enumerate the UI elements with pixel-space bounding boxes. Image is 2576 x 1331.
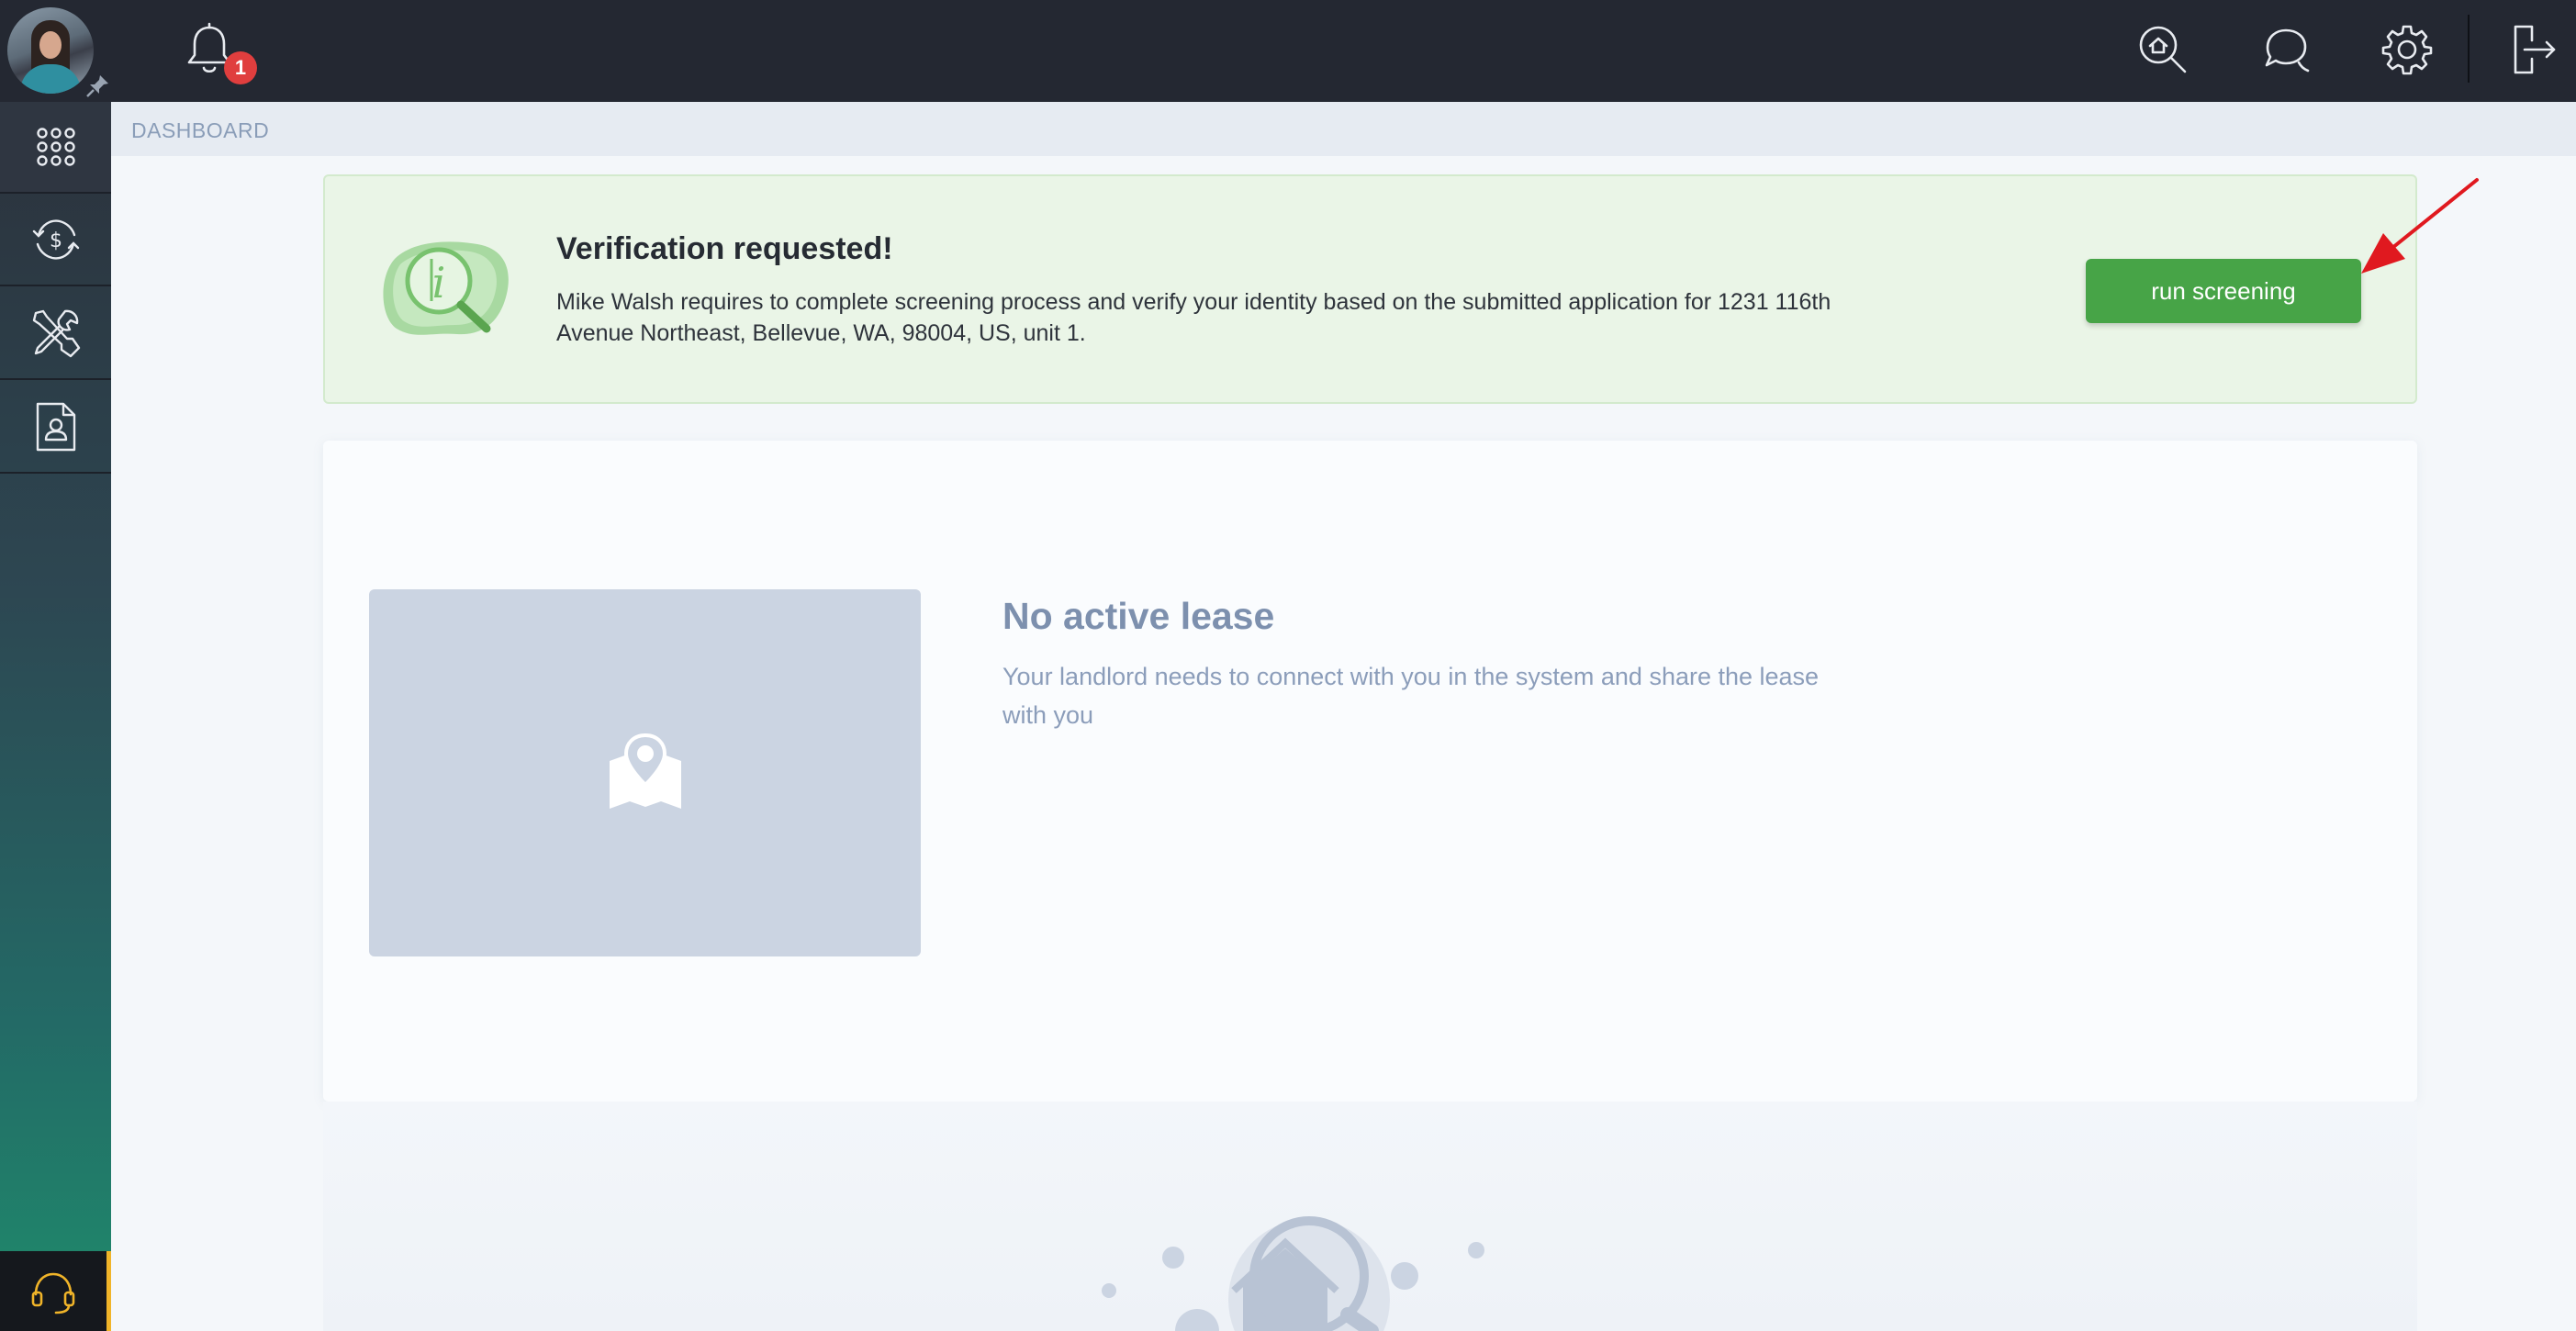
map-pin-icon — [609, 733, 681, 809]
svg-text:$: $ — [50, 229, 62, 252]
top-bar: 1 — [0, 0, 2576, 102]
house-search-illustration — [1102, 1216, 1484, 1331]
verification-banner: i Verification requested! Mike Walsh req… — [323, 174, 2417, 404]
sidebar-item-maintenance[interactable] — [0, 288, 111, 380]
avatar-photo — [7, 7, 94, 94]
headset-icon — [31, 1272, 75, 1314]
search-home-icon[interactable] — [2135, 22, 2190, 77]
logout-icon[interactable] — [2504, 22, 2559, 77]
svg-text:i: i — [432, 258, 446, 308]
tenant-document-icon — [36, 402, 75, 452]
lease-card: No active lease Your landlord needs to c… — [323, 441, 2417, 1102]
verification-illustration: i — [383, 241, 509, 335]
property-image-placeholder — [369, 589, 921, 956]
breadcrumb-bar: DASHBOARD — [111, 102, 2576, 156]
sidebar-item-documents[interactable] — [0, 382, 111, 474]
user-avatar[interactable] — [7, 7, 108, 97]
payments-icon: $ — [32, 219, 79, 260]
sidebar: $ — [0, 102, 111, 1331]
gear-icon[interactable] — [2380, 22, 2435, 77]
chat-icon[interactable] — [2258, 22, 2313, 77]
property-search-panel — [323, 1102, 2417, 1331]
lease-text: Your landlord needs to connect with you … — [1002, 663, 1820, 729]
header-divider — [2468, 15, 2470, 83]
sidebar-item-payments[interactable]: $ — [0, 195, 111, 286]
annotation-arrow-icon — [2361, 178, 2479, 274]
pin-icon[interactable] — [84, 72, 112, 99]
maintenance-tools-icon — [32, 309, 80, 358]
breadcrumb[interactable]: DASHBOARD — [131, 118, 269, 143]
banner-title: Verification requested! — [556, 231, 893, 266]
notification-badge: 1 — [224, 51, 257, 84]
banner-text: Mike Walsh requires to complete screenin… — [556, 289, 1831, 346]
apps-grid-icon — [36, 128, 75, 166]
support-button[interactable] — [0, 1251, 111, 1331]
run-screening-button[interactable]: run screening — [2086, 259, 2361, 323]
lease-title: No active lease — [1002, 595, 1275, 637]
sidebar-item-dashboard[interactable] — [0, 102, 111, 194]
